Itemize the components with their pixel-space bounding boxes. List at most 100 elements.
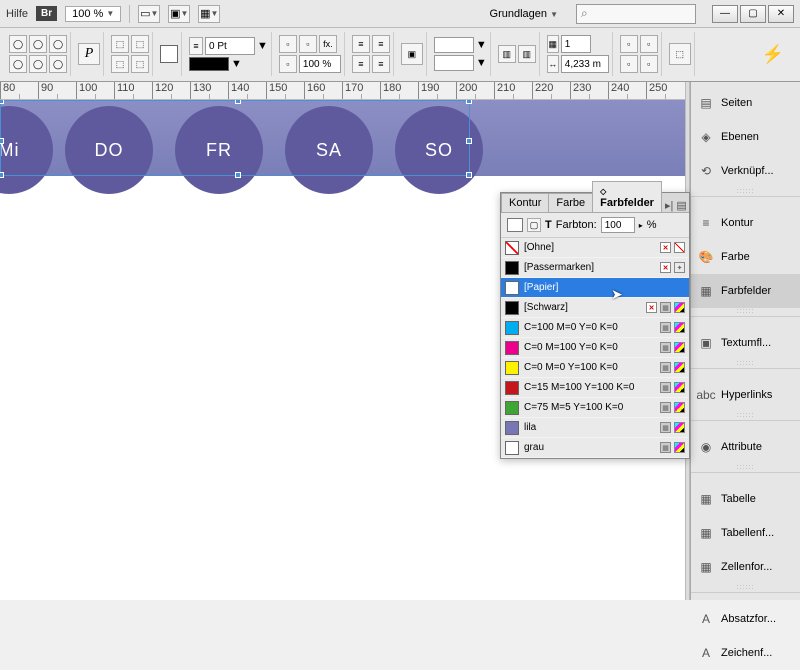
col-icon[interactable]: ▥ — [498, 45, 516, 63]
fx-icon[interactable]: fx. — [319, 35, 337, 53]
swatch-row[interactable]: C=15 M=100 Y=100 K=0▦ — [501, 378, 689, 398]
dock-item-tabellenf[interactable]: ▦Tabellenf... — [691, 516, 800, 550]
panel-icon: 🎨 — [697, 249, 715, 265]
screen-mode-icon[interactable]: ▣▼ — [168, 5, 190, 23]
panel-icon: ◉ — [697, 439, 715, 455]
tool-icon[interactable]: ◯ — [9, 55, 27, 73]
gutter-input[interactable]: 4,233 m — [561, 55, 609, 73]
day-circle[interactable]: FR — [175, 106, 263, 194]
dock-item-zeichenf[interactable]: A Zeichenf... — [691, 636, 800, 670]
panel-tab[interactable]: ◇ Farbfelder — [592, 181, 662, 212]
dock-item-textumfl[interactable]: ▣ Textumfl... — [691, 326, 800, 360]
panel-icon: A — [697, 645, 715, 661]
dock-item-farbe[interactable]: 🎨Farbe — [691, 240, 800, 274]
dock-item-absatzfor[interactable]: AAbsatzfor... — [691, 602, 800, 636]
minimize-button[interactable]: — — [712, 5, 738, 23]
panel-icon: ▣ — [697, 335, 715, 351]
tint-label: Farbton: — [556, 219, 597, 231]
dock-label: Textumfl... — [721, 337, 771, 349]
tool-icon[interactable]: ◯ — [49, 55, 67, 73]
chevron-right-icon[interactable]: ▸ — [639, 221, 643, 230]
dock-item-farbfelder[interactable]: ▦Farbfelder — [691, 274, 800, 308]
tool-icon[interactable]: ▫ — [640, 55, 658, 73]
bolt-icon[interactable]: ⚡ — [762, 44, 784, 65]
swatch-row[interactable]: C=0 M=0 Y=100 K=0▦ — [501, 358, 689, 378]
bridge-button[interactable]: Br — [36, 6, 57, 21]
tool-icon[interactable]: ◯ — [49, 35, 67, 53]
tool-icon[interactable]: ▫ — [279, 55, 297, 73]
day-circle[interactable]: SA — [285, 106, 373, 194]
dock-item-ebenen[interactable]: ◈Ebenen — [691, 120, 800, 154]
dock-item-kontur[interactable]: ≡Kontur — [691, 206, 800, 240]
tool-icon[interactable]: ◯ — [29, 55, 47, 73]
tool-icon[interactable]: ◯ — [29, 35, 47, 53]
day-circle[interactable]: DO — [65, 106, 153, 194]
swatch-row[interactable]: grau▦ — [501, 438, 689, 458]
swatch-row[interactable]: [Ohne]✕ — [501, 238, 689, 258]
workspace-switcher[interactable]: Grundlagen ▼ — [480, 6, 568, 22]
close-button[interactable]: ✕ — [768, 5, 794, 23]
fill-swatch[interactable] — [160, 45, 178, 63]
align-icon[interactable]: ≡ — [372, 35, 390, 53]
swatch-row[interactable]: [Schwarz]✕▦ — [501, 298, 689, 318]
maximize-button[interactable]: ▢ — [740, 5, 766, 23]
fill-stroke-proxy[interactable] — [507, 218, 523, 232]
help-menu[interactable]: Hilfe — [6, 8, 28, 20]
panel-tab[interactable]: Farbe — [548, 193, 593, 212]
dropdown[interactable] — [434, 37, 474, 53]
zoom-level[interactable]: 100 % ▼ — [65, 6, 121, 22]
arrange-icon[interactable]: ▦▼ — [198, 5, 220, 23]
opacity-input[interactable]: 100 % — [299, 55, 341, 73]
panel-tab[interactable]: Kontur — [501, 193, 549, 212]
tool-icon[interactable]: ▫ — [620, 55, 638, 73]
swatch-row[interactable]: lila▦ — [501, 418, 689, 438]
formatting-container-icon[interactable]: ▢ — [527, 218, 541, 232]
panel-collapse-icon[interactable]: ▸| — [665, 199, 673, 212]
stroke-weight-input[interactable]: 0 Pt — [205, 37, 255, 55]
tint-input[interactable] — [601, 217, 635, 233]
columns-input[interactable]: 1 — [561, 35, 591, 53]
textwrap-icon[interactable]: ▣ — [401, 43, 423, 65]
dock-item-tabelle[interactable]: ▦Tabelle — [691, 482, 800, 516]
separator — [129, 5, 130, 23]
panel-menu-icon[interactable]: ▤ — [676, 199, 686, 212]
dropdown[interactable] — [434, 55, 474, 71]
tool-icon[interactable]: ▫ — [620, 35, 638, 53]
dock-item-zellenfor[interactable]: ▦Zellenfor... — [691, 550, 800, 584]
swatch-row[interactable]: [Papier] — [501, 278, 689, 298]
stroke-style[interactable] — [189, 57, 229, 71]
tool-icon[interactable]: ⬚ — [111, 55, 129, 73]
swatch-row[interactable]: C=100 M=0 Y=0 K=0▦ — [501, 318, 689, 338]
tool-icon[interactable]: ▫ — [299, 35, 317, 53]
search-input[interactable]: ⌕ — [576, 4, 696, 24]
align-icon[interactable]: ≡ — [352, 35, 370, 53]
dock-label: Tabelle — [721, 493, 756, 505]
window-controls: — ▢ ✕ — [712, 5, 794, 23]
dock-item-hyperlinks[interactable]: abcHyperlinks — [691, 378, 800, 412]
tool-icon[interactable]: ◯ — [9, 35, 27, 53]
dock-label: Kontur — [721, 217, 753, 229]
type-icon[interactable]: P — [78, 43, 100, 65]
chevron-down-icon: ▼ — [106, 9, 114, 18]
formatting-text-icon[interactable]: T — [545, 219, 552, 231]
align-icon[interactable]: ≡ — [352, 55, 370, 73]
dock-item-verknüpf[interactable]: ⟲Verknüpf... — [691, 154, 800, 188]
swatches-panel: KonturFarbe◇ Farbfelder▸|▤ ▢ T Farbton: … — [500, 192, 690, 459]
tool-icon[interactable]: ▫ — [640, 35, 658, 53]
day-circle[interactable]: SO — [395, 106, 483, 194]
swatch-row[interactable]: C=75 M=5 Y=100 K=0▦ — [501, 398, 689, 418]
dock-item-attribute[interactable]: ◉Attribute — [691, 430, 800, 464]
swatch-row[interactable]: C=0 M=100 Y=0 K=0▦ — [501, 338, 689, 358]
tool-icon[interactable]: ⬚ — [111, 35, 129, 53]
col-icon[interactable]: ▥ — [518, 45, 536, 63]
dock-item-seiten[interactable]: ▤Seiten — [691, 86, 800, 120]
align-icon[interactable]: ≡ — [372, 55, 390, 73]
tool-icon[interactable]: ⬚ — [669, 43, 691, 65]
tool-icon[interactable]: ⬚ — [131, 55, 149, 73]
tool-icon[interactable]: ⬚ — [131, 35, 149, 53]
tint-unit: % — [647, 219, 657, 231]
tool-icon[interactable]: ▫ — [279, 35, 297, 53]
dock-label: Zeichenf... — [721, 647, 772, 659]
swatch-row[interactable]: [Passermarken]✕✦ — [501, 258, 689, 278]
view-options-icon[interactable]: ▭▼ — [138, 5, 160, 23]
